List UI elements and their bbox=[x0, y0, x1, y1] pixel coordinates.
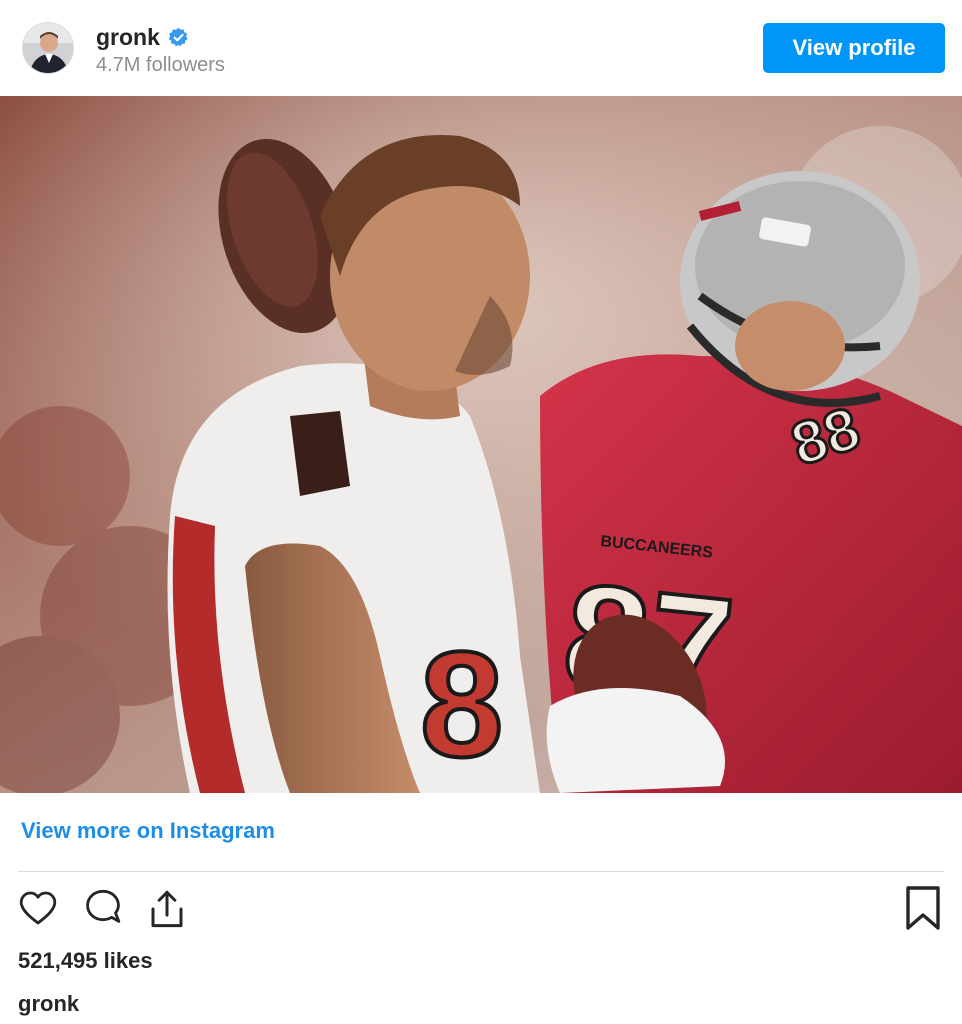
football-players-photo: BUCCANEERS 87 88 8 bbox=[0, 96, 962, 793]
post-header: gronk 4.7M followers View profile bbox=[0, 0, 962, 96]
avatar-image bbox=[23, 23, 73, 73]
verified-badge-icon bbox=[168, 27, 188, 47]
view-more-on-instagram-link[interactable]: View more on Instagram bbox=[21, 818, 275, 844]
svg-text:8: 8 bbox=[420, 620, 503, 788]
divider bbox=[18, 871, 944, 872]
share-icon[interactable] bbox=[146, 888, 188, 930]
comment-icon[interactable] bbox=[82, 888, 124, 928]
username-row: gronk bbox=[96, 24, 189, 51]
followers-count: 4.7M followers bbox=[96, 54, 225, 76]
avatar[interactable] bbox=[22, 22, 74, 74]
likes-count[interactable]: 521,495 likes bbox=[18, 948, 153, 974]
view-profile-button[interactable]: View profile bbox=[763, 23, 945, 73]
username[interactable]: gronk bbox=[96, 24, 160, 51]
heart-icon[interactable] bbox=[17, 888, 59, 928]
caption-username[interactable]: gronk bbox=[18, 991, 79, 1017]
bookmark-icon[interactable] bbox=[903, 884, 943, 932]
post-image[interactable]: BUCCANEERS 87 88 8 bbox=[0, 96, 962, 793]
